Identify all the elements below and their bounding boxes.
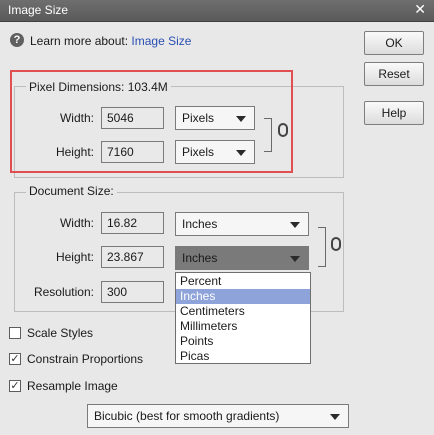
constrain-proportions-label: Constrain Proportions: [27, 352, 144, 366]
unit-option-centimeters[interactable]: Centimeters: [176, 304, 310, 319]
unit-option-picas[interactable]: Picas: [176, 349, 310, 364]
pixel-link-bracket: [264, 118, 272, 152]
info-icon: ?: [10, 33, 24, 47]
doc-height-unit-value: Inches: [182, 251, 218, 265]
doc-width-label: Width:: [59, 216, 94, 230]
unit-option-millimeters[interactable]: Millimeters: [176, 319, 310, 334]
resolution-label: Resolution:: [33, 285, 94, 299]
doc-link-bracket: [318, 227, 326, 267]
chevron-down-icon: [236, 150, 246, 156]
scale-styles-label: Scale Styles: [27, 326, 94, 340]
document-size-legend: Document Size:: [26, 184, 117, 198]
pixel-height-input[interactable]: 7160: [101, 141, 164, 163]
resample-method-value: Bicubic (best for smooth gradients): [94, 409, 280, 423]
scale-styles-checkbox[interactable]: [9, 327, 21, 339]
doc-width-unit-select[interactable]: Inches: [175, 212, 309, 236]
pixel-width-label: Width:: [59, 111, 94, 125]
reset-button[interactable]: Reset: [364, 62, 424, 86]
pixel-width-unit-value: Pixels: [182, 111, 215, 125]
doc-width-input[interactable]: 16.82: [101, 212, 164, 234]
chain-link-icon: [278, 123, 288, 137]
constrain-proportions-checkbox[interactable]: ✓: [9, 353, 21, 365]
pixel-width-unit-select[interactable]: Pixels: [175, 106, 255, 130]
window-title: Image Size: [8, 3, 69, 17]
chevron-down-icon: [236, 116, 246, 122]
pixel-height-unit-value: Pixels: [182, 145, 215, 159]
resample-method-select[interactable]: Bicubic (best for smooth gradients): [87, 404, 349, 428]
doc-height-unit-select[interactable]: Inches: [175, 246, 309, 270]
unit-option-inches[interactable]: Inches: [176, 289, 310, 304]
doc-height-label: Height:: [55, 250, 94, 264]
doc-height-input[interactable]: 23.867: [101, 246, 164, 268]
unit-dropdown-list[interactable]: Percent Inches Centimeters Millimeters P…: [175, 272, 311, 364]
learn-more-text: Learn more about: Image Size: [30, 34, 191, 48]
pixel-width-input[interactable]: 5046: [101, 107, 164, 129]
close-icon[interactable]: ✕: [414, 1, 426, 18]
doc-width-unit-value: Inches: [182, 217, 218, 231]
learn-more-link[interactable]: Image Size: [131, 34, 191, 48]
chevron-down-icon: [290, 222, 300, 228]
help-button[interactable]: Help: [364, 101, 424, 125]
learn-more-prefix: Learn more about:: [30, 34, 129, 48]
resolution-input[interactable]: 300: [101, 281, 164, 303]
chevron-down-icon: [290, 256, 300, 262]
ok-button[interactable]: OK: [364, 31, 424, 55]
resample-image-label: Resample Image: [27, 379, 118, 393]
pixel-height-unit-select[interactable]: Pixels: [175, 140, 255, 164]
resample-image-checkbox[interactable]: ✓: [9, 380, 21, 392]
unit-option-points[interactable]: Points: [176, 334, 310, 349]
unit-option-percent[interactable]: Percent: [176, 274, 310, 289]
chevron-down-icon: [330, 414, 340, 420]
pixel-height-label: Height:: [55, 145, 94, 159]
chain-link-icon: [331, 237, 341, 251]
